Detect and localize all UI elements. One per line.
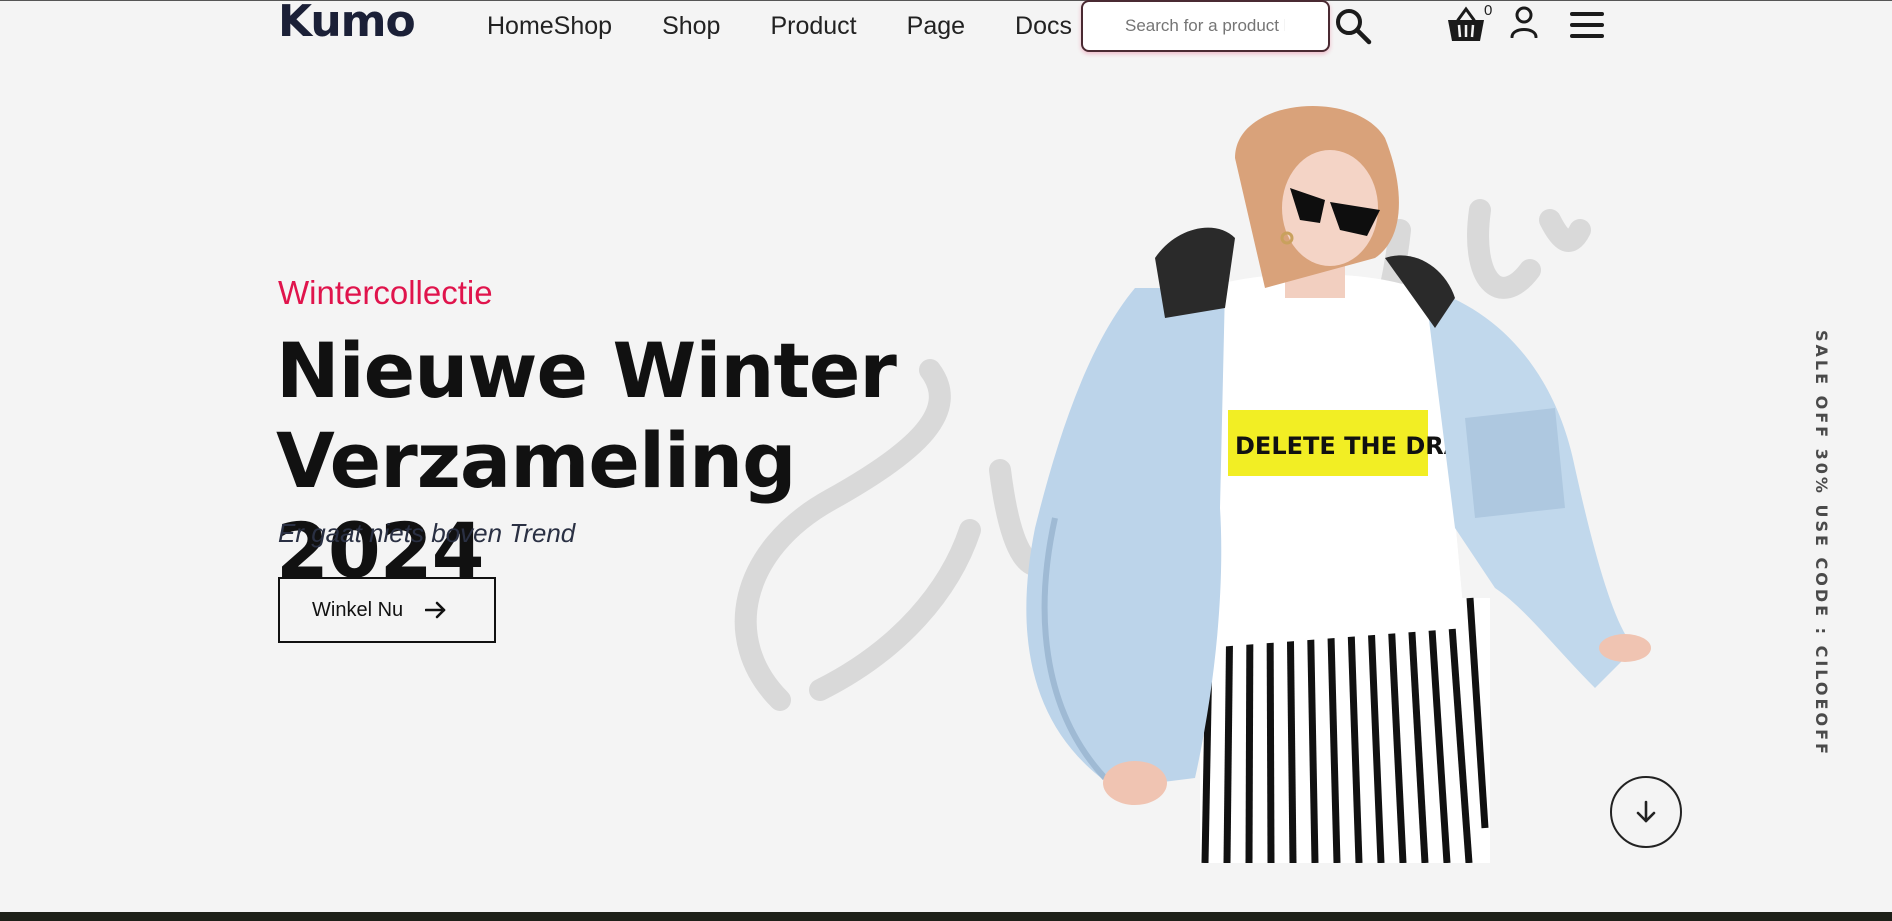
scroll-down-button[interactable]: [1610, 776, 1682, 848]
basket-icon[interactable]: [1446, 6, 1486, 44]
nav-homeshop[interactable]: HomeShop: [487, 8, 612, 44]
logo-text: Kumo: [278, 0, 416, 47]
hero-headline: Nieuwe Winter Verzameling 2024: [276, 326, 996, 596]
nav-shop[interactable]: Shop: [662, 8, 720, 44]
nav-docs[interactable]: Docs: [1015, 8, 1072, 44]
arrow-right-icon: [425, 601, 446, 619]
headline-line-1: Nieuwe Winter: [276, 326, 897, 415]
search-box: [1081, 0, 1330, 52]
bottom-taskbar-edge: [0, 912, 1892, 921]
nav-page[interactable]: Page: [907, 8, 965, 44]
main-nav: HomeShop Shop Product Page Docs: [487, 8, 1122, 44]
hero-tagline: Er gaat niets boven Trend: [278, 518, 576, 548]
search-icon[interactable]: [1334, 7, 1372, 45]
user-icon[interactable]: [1510, 6, 1538, 38]
headline-line-2: Verzameling 2024: [276, 416, 797, 595]
arrow-down-icon: [1636, 800, 1656, 823]
hero-subtitle: Wintercollectie: [278, 274, 493, 311]
shop-now-label: Winkel Nu: [312, 598, 404, 621]
sale-vertical-banner: SALE OFF 30% USE CODE : CILOEOFF: [1812, 330, 1831, 757]
cart-count-badge: 0: [1484, 2, 1493, 19]
search-input[interactable]: [1125, 16, 1285, 36]
hamburger-menu-icon[interactable]: [1570, 12, 1604, 38]
kumo-logo[interactable]: Kumo: [278, 0, 416, 47]
shop-now-button[interactable]: Winkel Nu: [278, 577, 496, 643]
nav-product[interactable]: Product: [770, 8, 856, 44]
model-photo: DELETE THE DRAMA: [1026, 105, 1651, 863]
